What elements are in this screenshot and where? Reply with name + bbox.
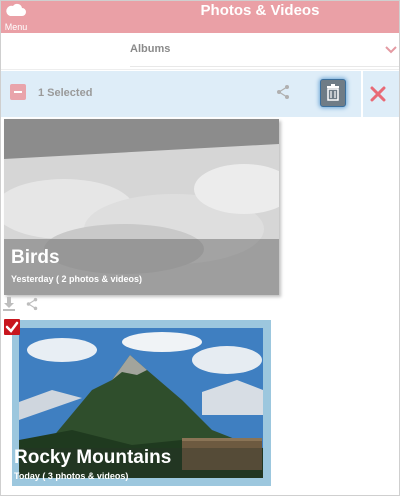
- share-icon[interactable]: [25, 297, 39, 311]
- share-icon[interactable]: [275, 84, 291, 100]
- albums-dropdown-label: Albums: [130, 43, 171, 55]
- album-card-birds[interactable]: Birds Yesterday ( 2 photos & videos): [4, 119, 279, 295]
- page-title: Photos & Videos: [200, 2, 320, 19]
- close-icon[interactable]: [368, 84, 388, 104]
- app-frame: Menu Photos & Videos Albums 1 Selected B…: [0, 0, 400, 496]
- albums-underline: [130, 66, 399, 67]
- app-header: Menu Photos & Videos: [1, 1, 399, 33]
- album-title: Birds: [11, 247, 60, 268]
- delete-button[interactable]: [320, 79, 346, 107]
- selection-count: 1 Selected: [38, 87, 93, 99]
- trash-icon: [327, 84, 339, 101]
- chevron-down-icon: [385, 42, 397, 60]
- toolbar-divider: [361, 71, 363, 117]
- album-title: Rocky Mountains: [14, 447, 172, 468]
- menu-label: Menu: [4, 22, 28, 32]
- check-icon: [5, 321, 19, 333]
- albums-dropdown[interactable]: Albums: [1, 33, 399, 70]
- album-card-rocky-mountains[interactable]: Rocky Mountains Today ( 3 photos & video…: [12, 320, 271, 486]
- download-icon[interactable]: [3, 297, 15, 311]
- album-subtitle: Today ( 3 photos & videos): [14, 471, 129, 481]
- selected-checkmark-badge[interactable]: [4, 319, 20, 335]
- deselect-all-button[interactable]: [10, 84, 26, 100]
- album-subtitle: Yesterday ( 2 photos & videos): [11, 274, 143, 284]
